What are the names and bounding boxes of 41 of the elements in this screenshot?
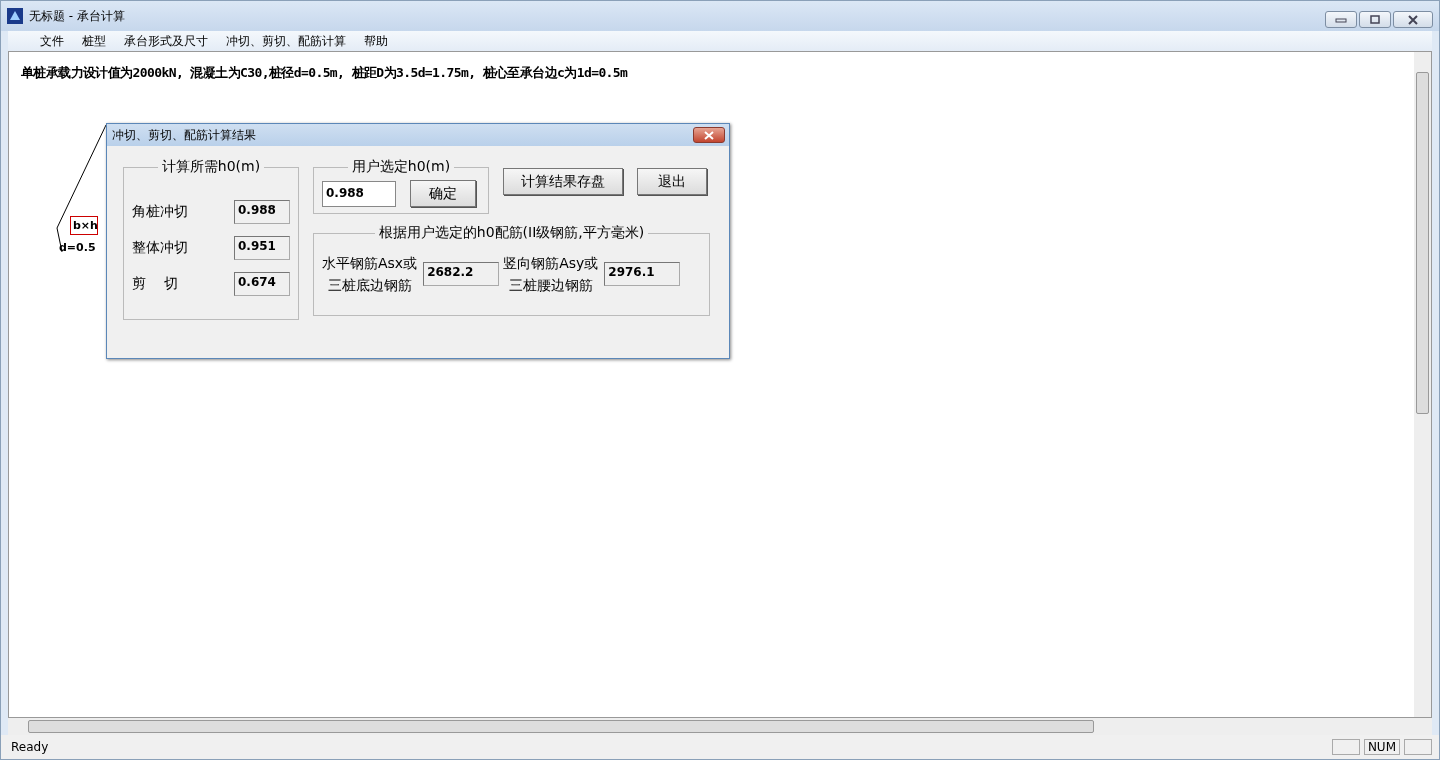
field-label: 竖向钢筋Asy或 三桩腰边钢筋 <box>503 254 599 295</box>
value-field: 0.674 <box>234 272 290 296</box>
window-title: 无标题 - 承台计算 <box>29 7 125 25</box>
maximize-button[interactable] <box>1359 11 1391 28</box>
field-label: 角桩冲切 <box>132 203 188 221</box>
value-field: 2976.1 <box>604 262 681 286</box>
minimize-icon <box>1335 16 1347 23</box>
heading-text: 单桩承载力设计值为2000kN, 混凝土为C30,桩径d=0.5m, 桩距D为3.5d=1.75m, 桩心至承台边c为1d=0.5m <box>21 64 628 82</box>
cap-label: b×h <box>70 216 98 235</box>
group-title: 根据用户选定的h0配筋(II级钢筋,平方毫米) <box>377 224 646 242</box>
status-pane <box>1404 739 1432 755</box>
menu-item[interactable]: 帮助 <box>356 32 396 50</box>
dialog-button[interactable]: 退出 <box>637 168 707 195</box>
status-pane <box>1331 739 1360 755</box>
dialog-button[interactable]: 计算结果存盘 <box>503 168 623 195</box>
value-field: 0.988 <box>234 200 290 224</box>
confirm-button[interactable]: 确定 <box>410 180 476 207</box>
app-icon <box>7 8 23 24</box>
close-icon <box>1407 14 1419 25</box>
num-indicator: NUM <box>1363 739 1400 755</box>
menu-item[interactable]: 桩型 <box>74 32 114 50</box>
close-button[interactable] <box>1393 11 1433 28</box>
horizontal-scrollbar[interactable] <box>8 718 1432 735</box>
group-title: 计算所需h0(m) <box>160 158 262 176</box>
minimize-button[interactable] <box>1325 11 1357 28</box>
group-title: 用户选定h0(m) <box>350 158 452 176</box>
maximize-icon <box>1369 14 1381 25</box>
value-field: 2682.2 <box>423 262 500 286</box>
vertical-scrollbar[interactable] <box>1414 52 1431 717</box>
close-button[interactable] <box>693 127 725 143</box>
field-label: 水平钢筋Asx或 三桩底边钢筋 <box>322 254 418 295</box>
menu-item[interactable]: 文件 <box>32 32 72 50</box>
input-field[interactable]: 0.988 <box>322 180 396 207</box>
field-label: 剪 切 <box>132 275 178 293</box>
menu-item[interactable]: 承台形式及尺寸 <box>116 32 216 50</box>
value-field: 0.951 <box>234 236 290 260</box>
dialog-title: 冲切、剪切、配筋计算结果 <box>112 126 256 144</box>
field-label: 整体冲切 <box>132 239 188 257</box>
menu-item[interactable]: 冲切、剪切、配筋计算 <box>218 32 354 50</box>
close-icon <box>703 130 715 140</box>
status-text: Ready <box>11 740 49 754</box>
